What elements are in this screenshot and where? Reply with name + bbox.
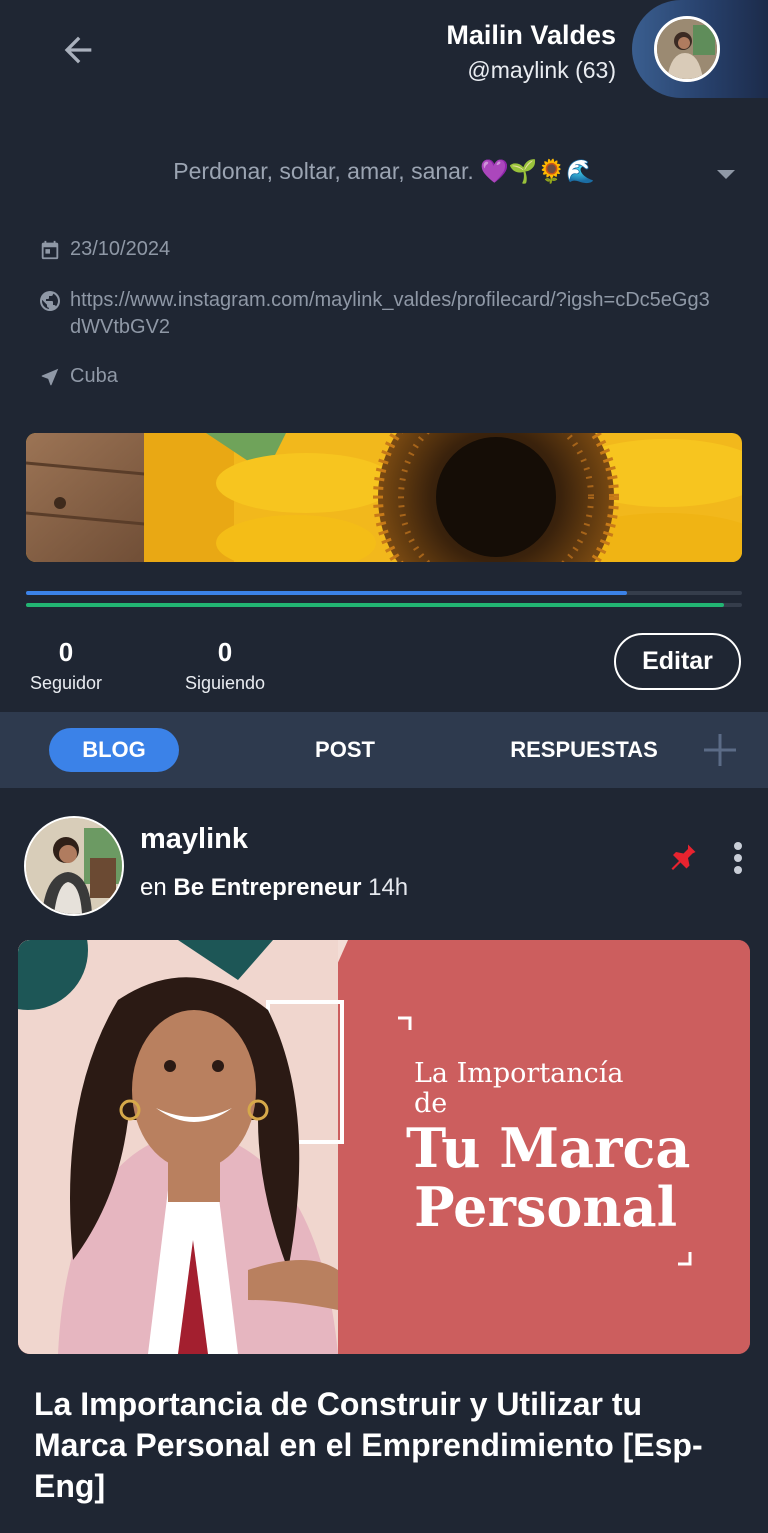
post-image-line4: Personal: [414, 1175, 678, 1239]
globe-icon: [38, 287, 62, 314]
website-row: https://www.instagram.com/maylink_valdes…: [38, 287, 718, 341]
navigation-arrow-icon: [38, 363, 62, 390]
tab-respuestas[interactable]: RESPUESTAS: [500, 728, 668, 772]
following-count: 0: [217, 637, 233, 667]
chevron-down-icon[interactable]: [714, 166, 738, 182]
join-date-row: 23/10/2024: [38, 236, 170, 263]
website-link[interactable]: https://www.instagram.com/maylink_valdes…: [70, 287, 710, 341]
post-cover-image[interactable]: La Importancía de Tu Marca Personal: [18, 940, 750, 1354]
user-name: Mailin Valdes: [446, 20, 616, 50]
avatar-pill[interactable]: [632, 0, 768, 98]
add-tab-button[interactable]: [700, 730, 740, 770]
followers-stat[interactable]: 0 Seguidor: [22, 636, 110, 698]
followers-count: 0: [58, 637, 74, 667]
post-time: 14h: [368, 874, 409, 901]
following-label: Siguiendo: [184, 673, 266, 693]
join-date: 23/10/2024: [70, 238, 171, 260]
dot: [734, 854, 742, 862]
location-row: Cuba: [38, 363, 118, 390]
community-prefix: en: [140, 874, 167, 901]
edit-profile-button[interactable]: Editar: [614, 633, 741, 690]
progress-fill-green: [26, 603, 725, 607]
post-image-text: La Importancía de Tu Marca Personal: [406, 1058, 714, 1239]
post-community-line: en Be Entrepreneur 14h: [140, 870, 408, 906]
user-info: Mailin Valdes @maylink (63): [446, 18, 616, 88]
post-title[interactable]: La Importancia de Construir y Utilizar t…: [34, 1384, 734, 1507]
progress-fill-blue: [26, 591, 628, 595]
plus-icon: [704, 734, 736, 766]
post-author-name[interactable]: maylink: [140, 820, 248, 858]
community-name[interactable]: Be Entrepreneur: [173, 874, 361, 901]
back-button[interactable]: [52, 24, 104, 76]
progress-bar-blue: [26, 591, 742, 595]
calendar-icon: [38, 236, 62, 263]
post-image-line2: de: [414, 1088, 448, 1119]
arrow-left-icon: [64, 36, 92, 64]
progress-bar-green: [26, 603, 742, 607]
cover-image: [26, 433, 742, 562]
more-options-button[interactable]: [724, 838, 752, 878]
profile-bio: Perdonar, soltar, amar, sanar. 💜🌱🌻🌊: [173, 158, 595, 184]
dot: [734, 866, 742, 874]
post-image-line3: Tu Marca: [406, 1116, 691, 1180]
location: Cuba: [70, 365, 118, 387]
post-author-avatar[interactable]: [24, 816, 124, 916]
profile-header: Mailin Valdes @maylink (63): [0, 0, 768, 110]
dot: [734, 842, 742, 850]
avatar[interactable]: [654, 16, 720, 82]
profile-tabs: BLOG POST RESPUESTAS: [0, 712, 768, 788]
user-handle: @maylink (63): [467, 57, 616, 83]
tab-blog[interactable]: BLOG: [49, 728, 179, 772]
pin-icon: [671, 844, 696, 870]
post-image-line1: La Importancía: [414, 1058, 624, 1089]
followers-label: Seguidor: [29, 673, 103, 693]
tab-post[interactable]: POST: [300, 728, 390, 772]
following-stat[interactable]: 0 Siguiendo: [180, 636, 270, 698]
